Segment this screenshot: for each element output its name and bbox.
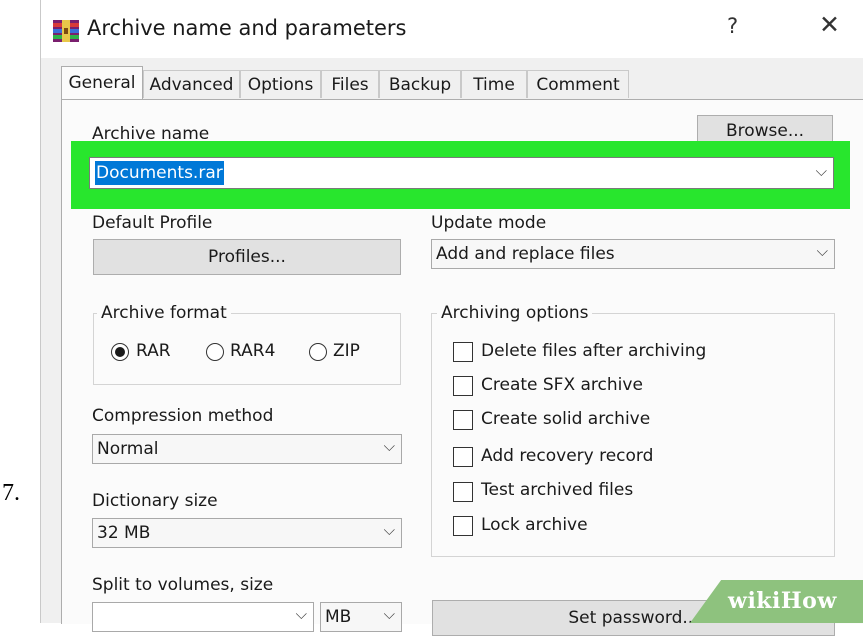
default-profile-label: Default Profile	[92, 213, 213, 233]
archive-format-label: Archive format	[97, 303, 231, 323]
checkbox-create-sfx[interactable]	[453, 376, 473, 396]
radio-zip[interactable]	[309, 343, 327, 361]
checkbox-create-solid-label: Create solid archive	[481, 409, 651, 429]
tab-comment[interactable]: Comment	[527, 70, 629, 98]
dictionary-size-label: Dictionary size	[92, 491, 218, 511]
chevron-down-icon: ⌵	[295, 605, 307, 623]
checkbox-lock-archive-label: Lock archive	[481, 515, 588, 535]
checkbox-test-archived[interactable]	[453, 482, 473, 502]
tab-options[interactable]: Options	[240, 70, 321, 98]
chevron-down-icon[interactable]: ⌵	[816, 162, 827, 180]
tab-advanced[interactable]: Advanced	[143, 70, 240, 98]
radio-rar[interactable]	[111, 343, 129, 361]
radio-rar4-label: RAR4	[230, 341, 276, 361]
help-icon[interactable]: ?	[727, 14, 738, 38]
winrar-app-icon	[53, 20, 79, 42]
dictionary-size-select[interactable]: 32 MB ⌵	[92, 518, 402, 548]
tab-general[interactable]: General	[61, 66, 143, 100]
checkbox-create-sfx-label: Create SFX archive	[481, 375, 643, 395]
chevron-down-icon: ⌵	[383, 605, 395, 623]
tab-time[interactable]: Time	[461, 70, 527, 98]
dictionary-size-value: 32 MB	[97, 523, 151, 543]
compression-method-select[interactable]: Normal ⌵	[92, 434, 402, 464]
checkbox-delete-files[interactable]	[453, 342, 473, 362]
close-icon[interactable]: ✕	[819, 10, 840, 39]
chevron-down-icon: ⌵	[383, 437, 395, 455]
title-bar: Archive name and parameters ? ✕	[41, 0, 863, 58]
split-unit-value: MB	[325, 607, 352, 627]
radio-rar-label: RAR	[136, 341, 171, 361]
update-mode-value: Add and replace files	[436, 244, 615, 264]
split-volumes-input[interactable]: ⌵	[92, 602, 314, 632]
update-mode-select[interactable]: Add and replace files ⌵	[431, 239, 835, 269]
archiving-options-label: Archiving options	[437, 303, 593, 323]
archive-name-value: Documents.rar	[95, 161, 224, 185]
split-unit-select[interactable]: MB ⌵	[320, 602, 402, 632]
checkbox-delete-files-label: Delete files after archiving	[481, 341, 707, 361]
wikihow-watermark-text: wikiHow	[728, 588, 837, 614]
radio-zip-label: ZIP	[333, 341, 360, 361]
step-number: 7.	[2, 480, 20, 506]
split-volumes-label: Split to volumes, size	[92, 575, 274, 595]
chevron-down-icon: ⌵	[816, 242, 828, 260]
update-mode-label: Update mode	[431, 213, 547, 233]
tab-backup[interactable]: Backup	[379, 70, 461, 98]
compression-method-label: Compression method	[92, 406, 274, 426]
checkbox-test-archived-label: Test archived files	[481, 480, 634, 500]
checkbox-lock-archive[interactable]	[453, 516, 473, 536]
radio-rar4[interactable]	[206, 343, 224, 361]
checkbox-recovery-record[interactable]	[453, 447, 473, 467]
checkbox-create-solid[interactable]	[453, 410, 473, 430]
checkbox-recovery-record-label: Add recovery record	[481, 446, 654, 466]
compression-method-value: Normal	[97, 439, 159, 459]
archive-name-input[interactable]: Documents.rar ⌵	[89, 157, 834, 189]
tab-files[interactable]: Files	[321, 70, 379, 98]
chevron-down-icon: ⌵	[383, 521, 395, 539]
profiles-button[interactable]: Profiles...	[93, 239, 401, 275]
window-title: Archive name and parameters	[87, 16, 407, 40]
